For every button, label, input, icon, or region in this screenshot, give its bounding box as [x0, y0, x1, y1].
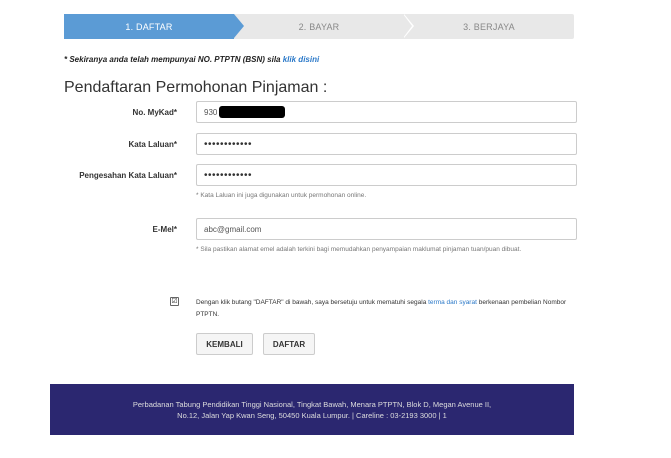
redaction-block — [219, 106, 286, 118]
page-title: Pendaftaran Permohonan Pinjaman : — [64, 79, 328, 96]
confirm-password-value: •••••••••••• — [204, 169, 253, 181]
email-help-text: * Sila pastikan alamat emel adalah terki… — [196, 246, 522, 253]
footer-address-line2: No.12, Jalan Yap Kwan Seng, 50450 Kuala … — [177, 410, 447, 420]
agreement-text: Dengan klik butang "DAFTAR" di bawah, sa… — [196, 297, 586, 321]
step-berjaya: 3. BERJAYA — [404, 14, 574, 39]
confirm-password-input[interactable]: •••••••••••• — [196, 164, 577, 186]
existing-ptptn-notice: * Sekiranya anda telah mempunyai NO. PTP… — [64, 55, 319, 64]
click-here-link[interactable]: klik disini — [283, 55, 319, 64]
email-value: abc@gmail.com — [204, 224, 262, 234]
step-daftar-label: 1. DAFTAR — [125, 21, 173, 32]
terms-link[interactable]: terma dan syarat — [428, 299, 477, 306]
step-daftar: 1. DAFTAR — [64, 14, 244, 39]
email-label: E-Mel* — [152, 225, 177, 234]
email-input[interactable]: abc@gmail.com — [196, 218, 577, 240]
step-bayar-label: 2. BAYAR — [298, 21, 340, 32]
step-bayar: 2. BAYAR — [234, 14, 414, 39]
mykad-input[interactable]: 930 — [196, 101, 577, 123]
confirm-password-label: Pengesahan Kata Laluan* — [79, 171, 177, 180]
mykad-label: No. MyKad* — [132, 108, 177, 117]
site-footer: Perbadanan Tabung Pendidikan Tinggi Nasi… — [50, 384, 574, 435]
notice-text: * Sekiranya anda telah mempunyai NO. PTP… — [64, 55, 283, 64]
back-button[interactable]: KEMBALI — [196, 333, 253, 355]
register-button[interactable]: DAFTAR — [263, 333, 315, 355]
password-help-text: * Kata Laluan ini juga digunakan untuk p… — [196, 192, 367, 199]
step-berjaya-label: 3. BERJAYA — [463, 21, 515, 32]
mykad-value: 930 — [204, 107, 218, 117]
agree-checkbox[interactable]: ☑ — [170, 297, 179, 306]
footer-address-line1: Perbadanan Tabung Pendidikan Tinggi Nasi… — [132, 399, 492, 409]
password-label: Kata Laluan* — [128, 140, 177, 149]
password-value: •••••••••••• — [204, 138, 253, 150]
agreement-text-before: Dengan klik butang "DAFTAR" di bawah, sa… — [196, 299, 429, 306]
password-input[interactable]: •••••••••••• — [196, 133, 577, 155]
registration-stepper: 1. DAFTAR 2. BAYAR 3. BERJAYA — [64, 14, 574, 39]
